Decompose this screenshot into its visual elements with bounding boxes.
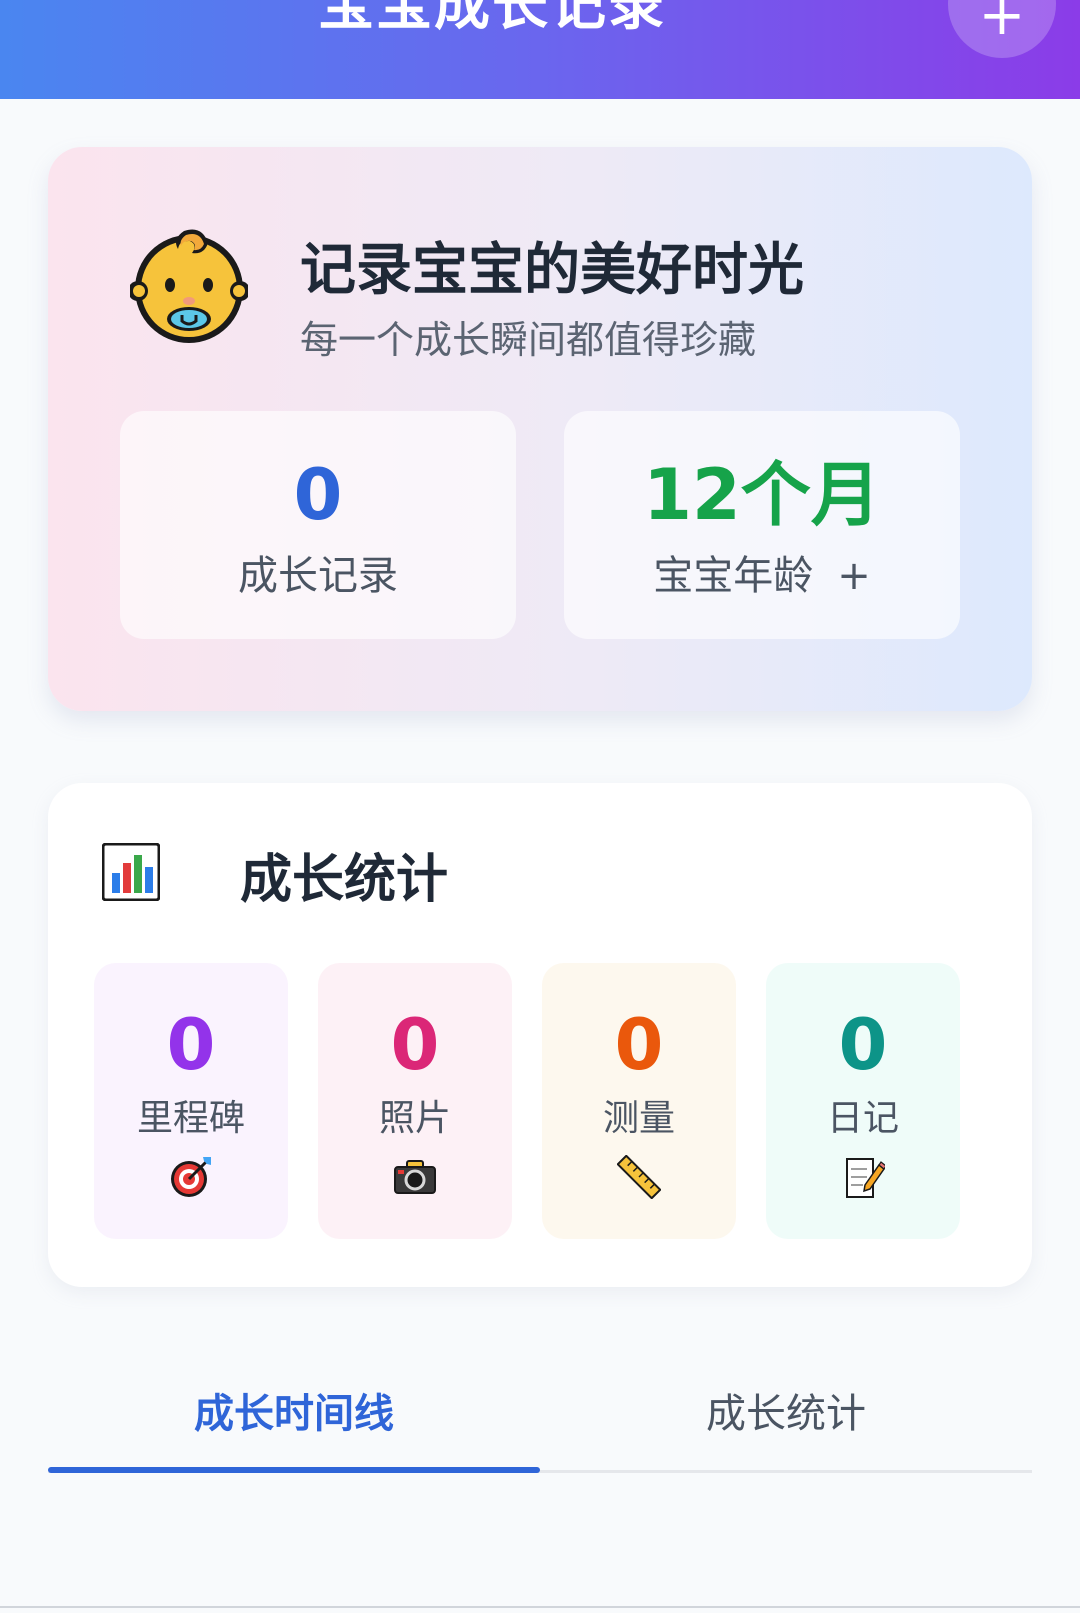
view-tabs: 成长时间线 成长统计: [48, 1378, 1032, 1474]
diary-label: 日记: [826, 1098, 899, 1139]
milestone-count: 0: [166, 1004, 216, 1086]
baby-face-icon: [130, 229, 248, 343]
app-header: 宝宝成长记录 +: [0, 0, 1080, 99]
milestone-label: 里程碑: [136, 1098, 245, 1139]
ruler-icon: [617, 1155, 661, 1199]
active-tab-indicator: [48, 1467, 540, 1473]
bar-chart-icon: [102, 843, 160, 901]
records-label: 成长记录: [238, 553, 398, 599]
app-title: 宝宝成长记录: [318, 0, 666, 38]
diary-stat[interactable]: 0 日记: [766, 963, 960, 1239]
camera-icon: [394, 1160, 436, 1194]
diary-count: 0: [838, 1004, 888, 1086]
target-icon: [171, 1157, 211, 1197]
bottom-divider: [0, 1606, 1080, 1608]
age-label-row: 宝宝年龄 +: [564, 551, 960, 601]
age-stat[interactable]: 12个月 宝宝年龄 +: [564, 411, 960, 639]
tab-timeline[interactable]: 成长时间线: [48, 1378, 540, 1474]
memo-icon: [846, 1158, 885, 1198]
records-stat: 0 成长记录: [120, 411, 516, 639]
photo-stat[interactable]: 0 照片: [318, 963, 512, 1239]
photo-count: 0: [390, 1004, 440, 1086]
add-record-button[interactable]: +: [948, 0, 1056, 58]
measurement-count: 0: [614, 1004, 664, 1086]
age-label: 宝宝年龄: [653, 553, 814, 599]
tab-statistics[interactable]: 成长统计: [540, 1378, 1032, 1474]
hero-subtitle: 每一个成长瞬间都值得珍藏: [300, 318, 757, 362]
measurement-stat[interactable]: 0 测量: [542, 963, 736, 1239]
milestone-stat[interactable]: 0 里程碑: [94, 963, 288, 1239]
growth-stats-card: 成长统计 0 里程碑 0 照片 0 测量 0 日记: [48, 783, 1032, 1287]
records-count: 0: [293, 454, 343, 536]
photo-label: 照片: [378, 1098, 451, 1139]
hero-card: 记录宝宝的美好时光 每一个成长瞬间都值得珍藏 0 成长记录 12个月 宝宝年龄 +: [48, 147, 1032, 711]
edit-age-button[interactable]: +: [837, 553, 871, 599]
stats-title: 成长统计: [240, 850, 449, 910]
hero-title: 记录宝宝的美好时光: [300, 238, 804, 303]
age-value: 12个月: [643, 454, 881, 536]
measurement-label: 测量: [602, 1098, 675, 1139]
